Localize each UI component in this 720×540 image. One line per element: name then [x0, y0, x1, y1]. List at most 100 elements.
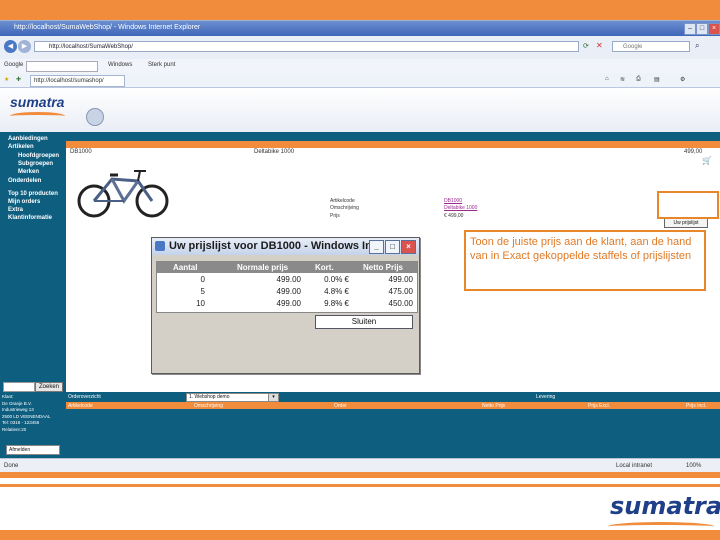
page-menu-icon[interactable]: ▤: [654, 76, 660, 83]
price-list-button[interactable]: Uw prijslijst: [664, 218, 708, 228]
order-columns-bar: [66, 402, 720, 409]
window-titlebar: http://localhost/SumaWebShop/ - Windows …: [0, 21, 720, 36]
print-icon[interactable]: ⎙: [636, 76, 641, 83]
add-to-cart-icon[interactable]: 🛒: [702, 156, 712, 165]
price-table: Aantal Normale prijs Kort. Netto Prijs 0…: [156, 261, 418, 313]
browser-tab[interactable]: http://localhost/sumashop/: [30, 75, 125, 87]
detail-label-desc: Omschrijving: [330, 205, 359, 211]
product-price: 499,00: [684, 149, 703, 155]
popup-maximize-icon[interactable]: □: [385, 240, 400, 254]
order-col-netto: Netto Prijs: [482, 403, 506, 409]
sidebar-item-extra[interactable]: Extra: [8, 207, 23, 213]
detail-label-price: Prijs: [330, 213, 340, 219]
google-search-field[interactable]: [26, 61, 98, 72]
maximize-icon[interactable]: □: [696, 23, 708, 35]
sluiten-button[interactable]: Sluiten: [315, 315, 413, 329]
sidebar-item-orders[interactable]: Mijn orders: [8, 199, 40, 205]
status-zone: Local intranet: [616, 463, 653, 469]
cell-normale: 499.00: [276, 299, 301, 308]
price-list-button-highlight: [657, 191, 719, 219]
client-line: Relatienr:20: [2, 426, 27, 432]
cell-aantal: 10: [196, 299, 205, 308]
address-input[interactable]: http://localhost/SumaWebShop/: [34, 41, 579, 52]
price-list-popup: Uw prijslijst voor DB1000 - Windows In..…: [151, 237, 420, 374]
home-icon[interactable]: ⌂: [605, 76, 609, 82]
add-favorite-icon[interactable]: ✚: [16, 76, 21, 83]
product-image-bike: [77, 170, 169, 218]
cell-netto: 475.00: [388, 287, 413, 296]
site-logo: sumatra: [10, 94, 65, 110]
search-input[interactable]: Google: [612, 41, 690, 52]
feeds-icon[interactable]: ≋: [620, 76, 625, 83]
product-name: Deltabike 1000: [254, 149, 295, 155]
close-icon[interactable]: ×: [708, 23, 720, 35]
cell-kort: 0.0% €: [324, 275, 349, 284]
site-search-input[interactable]: [3, 382, 35, 392]
site-sidebar: Aanbiedingen Artikelen Hoofdgroepen Subg…: [0, 132, 66, 392]
status-zoom[interactable]: 100%: [686, 463, 701, 469]
forward-icon[interactable]: ▶: [18, 40, 31, 53]
site-header: sumatra: [0, 88, 720, 132]
detail-value-code[interactable]: DB1000: [444, 198, 462, 204]
popup-minimize-icon[interactable]: _: [369, 240, 384, 254]
search-icon[interactable]: ⌕: [695, 41, 699, 51]
slide-top-stripe: [0, 0, 720, 20]
stop-icon[interactable]: ✕: [596, 41, 603, 50]
col-korting: Kort.: [315, 263, 334, 272]
detail-value-price: € 499,00: [444, 213, 464, 219]
cell-kort: 9.8% €: [324, 299, 349, 308]
content-header-bar: [66, 132, 720, 141]
sidebar-item-onderdelen[interactable]: Onderdelen: [8, 178, 41, 184]
logout-button[interactable]: Afmelden: [6, 445, 60, 455]
order-col-order: Order: [334, 403, 347, 409]
favorites-bar: ★ ✚ http://localhost/sumashop/ ⌂ ≋ ⎙ ▤ ⚙: [0, 73, 720, 88]
sidebar-item-artikelen[interactable]: Artikelen: [8, 144, 34, 150]
windows-toolbar-label[interactable]: Windows: [108, 62, 132, 68]
col-aantal: Aantal: [173, 263, 198, 272]
product-column-bar: [66, 141, 720, 148]
price-table-header: Aantal Normale prijs Kort. Netto Prijs: [157, 262, 417, 273]
sidebar-item-hoofdgroepen[interactable]: Hoofdgroepen: [18, 153, 59, 159]
sidebar-item-subgroepen[interactable]: Subgroepen: [18, 161, 53, 167]
sidebar-item-aanbiedingen[interactable]: Aanbiedingen: [8, 136, 48, 142]
cell-normale: 499.00: [276, 275, 301, 284]
cell-aantal: 0: [200, 275, 205, 284]
shop-select[interactable]: 1. Webshop demo: [186, 393, 270, 402]
table-row: 5 499.00 4.8% € 475.00: [157, 286, 417, 298]
ie-window-icon: [155, 241, 165, 251]
status-text: Done: [4, 463, 19, 469]
cell-netto: 499.00: [388, 275, 413, 284]
cell-netto: 450.00: [388, 299, 413, 308]
order-panel: Orderoverzicht 1. Webshop demo ▾ Leverin…: [0, 392, 720, 458]
slide-stripe: [0, 472, 720, 478]
window-title: http://localhost/SumaWebShop/ - Windows …: [14, 24, 201, 31]
order-col-incl: Prijs Incl.: [686, 403, 707, 409]
levering-label: Levering: [536, 394, 556, 400]
cart-icon[interactable]: [86, 108, 104, 126]
slide-bottom-stripe: [0, 530, 720, 540]
sidebar-item-top10[interactable]: Top 10 producten: [8, 191, 58, 197]
site-search-button[interactable]: Zoeken: [35, 382, 63, 392]
table-row: 0 499.00 0.0% € 499.00: [157, 274, 417, 286]
detail-label-code: Artikelcode: [330, 198, 355, 204]
sterkpunt-toolbar-label[interactable]: Sterk punt: [148, 62, 175, 68]
tools-menu-icon[interactable]: ⚙: [680, 76, 685, 83]
refresh-icon[interactable]: ⟳: [583, 42, 589, 50]
sidebar-item-merken[interactable]: Merken: [18, 169, 39, 175]
product-code[interactable]: DB1000: [70, 149, 92, 155]
order-col-desc: Omschrijving: [194, 403, 223, 409]
order-overview-label: Orderoverzicht: [68, 394, 101, 400]
cell-normale: 499.00: [276, 287, 301, 296]
back-icon[interactable]: ◀: [4, 40, 17, 53]
sidebar-item-klantinformatie[interactable]: Klantinformatie: [8, 215, 52, 221]
minimize-icon[interactable]: –: [684, 23, 696, 35]
popup-close-icon[interactable]: ×: [401, 240, 416, 254]
detail-value-desc[interactable]: Deltabike 1000: [444, 205, 477, 211]
google-toolbar-label: Google: [4, 62, 24, 68]
site-logo-swoosh: [10, 112, 65, 120]
cell-aantal: 5: [200, 287, 205, 296]
popup-titlebar: Uw prijslijst voor DB1000 - Windows In..…: [152, 238, 419, 255]
popup-title: Uw prijslijst voor DB1000 - Windows In..…: [169, 240, 381, 252]
favorites-star-icon[interactable]: ★: [4, 76, 9, 83]
shop-select-arrow-icon[interactable]: ▾: [268, 393, 279, 402]
